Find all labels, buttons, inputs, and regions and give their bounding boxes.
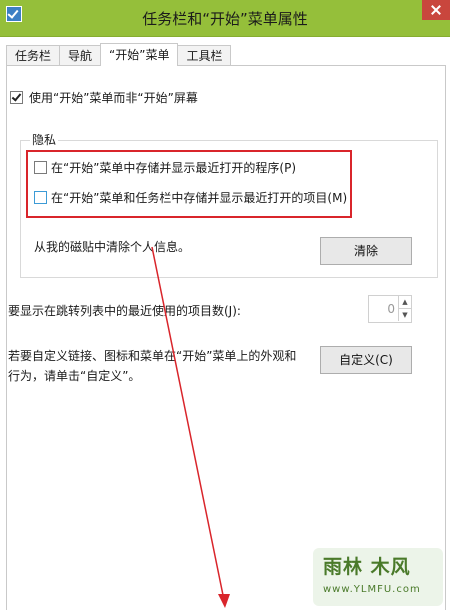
store-programs-checkbox[interactable] [34,161,47,174]
tab-navigation[interactable]: 导航 [59,45,102,66]
clear-info-text: 从我的磁贴中清除个人信息。 [34,240,191,254]
properties-window: 任务栏和“开始”菜单属性 任务栏 导航 “开始”菜单 工具栏 使用“开始”菜单而… [0,0,450,610]
watermark-url: www.YLMFU.com [323,584,421,595]
tab-bar: 任务栏 导航 “开始”菜单 工具栏 [6,43,232,66]
watermark-title: 雨林 木风 [323,556,411,578]
store-items-option[interactable]: 在“开始”菜单和任务栏中存储并显示最近打开的项目(M) [34,189,347,206]
store-programs-option[interactable]: 在“开始”菜单中存储并显示最近打开的程序(P) [34,159,296,176]
store-items-label: 在“开始”菜单和任务栏中存储并显示最近打开的项目(M) [51,191,348,205]
tab-toolbars[interactable]: 工具栏 [177,45,232,66]
tab-taskbar[interactable]: 任务栏 [6,45,61,66]
use-start-menu-label: 使用“开始”菜单而非“开始”屏幕 [29,91,198,105]
jump-list-label: 要显示在跳转列表中的最近使用的项目数(J): [8,304,241,318]
stepper-up-icon[interactable]: ▲ [398,296,411,309]
store-items-checkbox[interactable] [34,191,47,204]
title-bar: 任务栏和“开始”菜单属性 [0,0,450,37]
close-button[interactable] [422,0,450,20]
watermark-logo: 雨林 木风 www.YLMFU.com [313,548,443,606]
store-programs-label: 在“开始”菜单中存储并显示最近打开的程序(P) [51,161,297,175]
customize-button[interactable]: 自定义(C) [320,346,412,374]
tab-start-menu[interactable]: “开始”菜单 [100,43,179,66]
use-start-menu-checkbox[interactable] [10,91,23,104]
privacy-group-title: 隐私 [30,131,59,148]
customize-description: 若要自定义链接、图标和菜单在“开始”菜单上的外观和行为，请单击“自定义”。 [8,349,297,383]
use-start-menu-option[interactable]: 使用“开始”菜单而非“开始”屏幕 [10,89,198,106]
clear-button[interactable]: 清除 [320,237,412,265]
jump-list-count-value[interactable]: 0 [373,296,395,322]
window-title: 任务栏和“开始”菜单属性 [142,10,308,28]
stepper-down-icon[interactable]: ▼ [398,309,411,321]
jump-list-count-stepper[interactable]: 0 ▲ ▼ [368,295,412,323]
